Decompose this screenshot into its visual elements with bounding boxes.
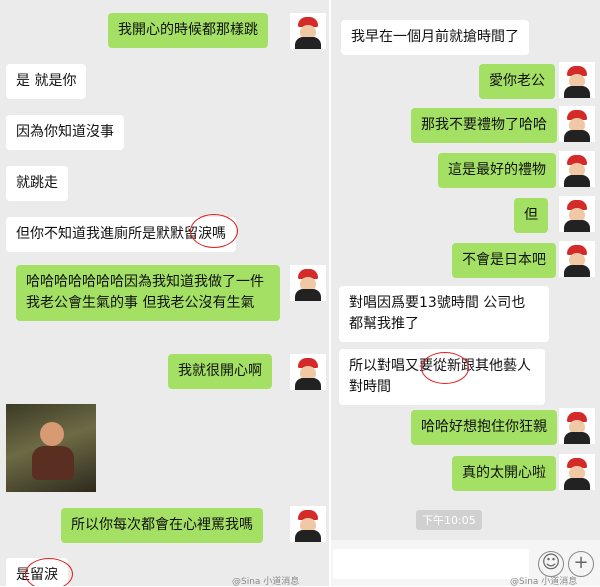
avatar[interactable] bbox=[559, 151, 595, 187]
message-input[interactable] bbox=[333, 549, 529, 579]
avatar[interactable] bbox=[290, 506, 326, 542]
avatar[interactable] bbox=[559, 454, 595, 490]
plus-icon: + bbox=[573, 552, 589, 573]
message-bubble[interactable]: 所以你每次都會在心裡罵我嗎 bbox=[61, 508, 263, 543]
message-bubble[interactable]: 但 bbox=[514, 198, 548, 233]
message-timestamp: 下午10:05 bbox=[416, 510, 482, 530]
message-bubble[interactable]: 那我不要禮物了哈哈 bbox=[411, 108, 557, 143]
avatar[interactable] bbox=[559, 106, 595, 142]
avatar[interactable] bbox=[290, 13, 326, 49]
watermark: @Sina 小道消息 bbox=[232, 577, 300, 587]
message-bubble[interactable]: 真的太開心啦 bbox=[452, 456, 556, 491]
watermark: @Sina 小道消息 bbox=[510, 577, 578, 587]
avatar[interactable] bbox=[290, 265, 326, 301]
photo-message[interactable] bbox=[6, 404, 96, 492]
red-circle-annotation bbox=[25, 558, 73, 586]
avatar[interactable] bbox=[559, 196, 595, 232]
message-bubble[interactable]: 哈哈好想抱住你狂親 bbox=[411, 410, 557, 445]
avatar[interactable] bbox=[559, 62, 595, 98]
message-bubble[interactable]: 不會是日本吧 bbox=[452, 243, 556, 278]
message-bubble[interactable]: 是 就是你 bbox=[6, 64, 87, 99]
smile-face-icon: ☺ bbox=[541, 552, 561, 573]
left-chat-pane[interactable]: 我開心的時候都那樣跳 是 就是你 因為你知道沒事 就跳走 但你不知道我進廁所是默… bbox=[0, 0, 329, 586]
red-circle-annotation bbox=[421, 352, 469, 384]
message-bubble[interactable]: 我開心的時候都那樣跳 bbox=[108, 13, 268, 48]
message-bubble[interactable]: 愛你老公 bbox=[479, 64, 555, 99]
avatar[interactable] bbox=[559, 241, 595, 277]
message-bubble[interactable]: 就跳走 bbox=[6, 166, 68, 201]
right-chat-pane[interactable]: 我早在一個月前就搶時間了 愛你老公 那我不要禮物了哈哈 這是最好的禮物 但 不會… bbox=[331, 0, 600, 586]
message-bubble[interactable]: 哈哈哈哈哈哈哈因為我知道我做了一件我老公會生氣的事 但我老公沒有生氣 bbox=[16, 265, 280, 321]
message-bubble[interactable]: 對唱因爲要13號時間 公司也都幫我推了 bbox=[339, 286, 549, 342]
message-bubble[interactable]: 這是最好的禮物 bbox=[438, 153, 556, 188]
avatar[interactable] bbox=[290, 354, 326, 390]
red-circle-annotation bbox=[190, 214, 238, 248]
chat-screenshot-collage: 我開心的時候都那樣跳 是 就是你 因為你知道沒事 就跳走 但你不知道我進廁所是默… bbox=[0, 0, 600, 587]
message-bubble[interactable]: 我就很開心啊 bbox=[168, 354, 272, 389]
message-bubble[interactable]: 我早在一個月前就搶時間了 bbox=[341, 20, 529, 55]
message-bubble[interactable]: 因為你知道沒事 bbox=[6, 115, 124, 150]
avatar[interactable] bbox=[559, 408, 595, 444]
